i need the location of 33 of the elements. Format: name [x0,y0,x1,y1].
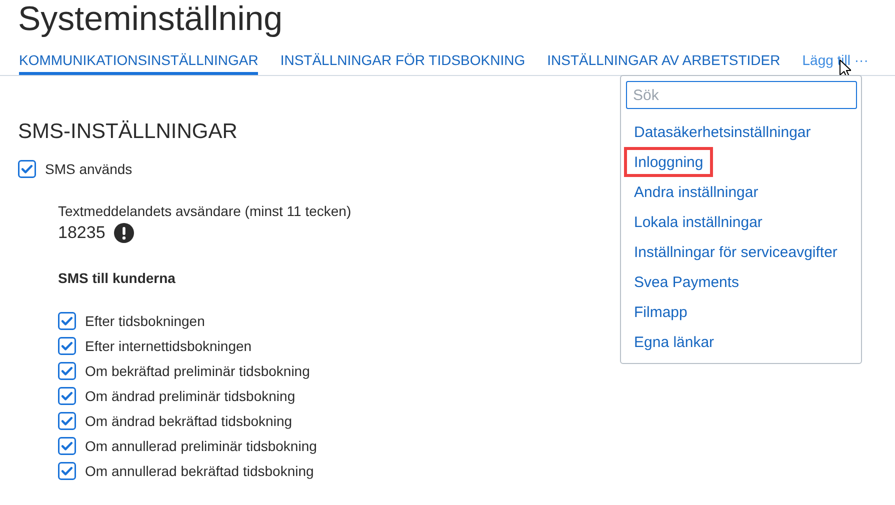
tab[interactable]: KOMMUNIKATIONSINSTÄLLNINGAR [19,50,258,75]
checkbox[interactable] [58,312,76,330]
subheading: SMS till kunderna [58,270,176,286]
checkbox-label: SMS används [45,161,132,177]
menu-item[interactable]: Lokala inställningar [624,207,772,237]
checkbox[interactable] [58,362,76,380]
page-title: Systeminställning [17,0,283,38]
menu-item[interactable]: Filmapp [624,297,698,327]
checkbox-label: Om bekräftad preliminär tidsbokning [85,362,310,378]
field-label: Textmeddelandets avsändare (minst 11 tecken) [58,203,352,219]
menu-item[interactable]: Inloggning [624,147,714,177]
checkbox[interactable] [58,386,76,404]
menu-item[interactable]: Datasäkerhetsinställningar [624,117,821,147]
checkbox-label: Om ändrad bekräftad tidsbokning [85,412,292,428]
checkbox[interactable] [58,436,76,454]
checkbox[interactable] [58,412,76,430]
menu-item[interactable]: Inställningar för serviceavgifter [624,237,848,267]
menu-item[interactable]: Andra inställningar [624,177,768,207]
tab[interactable]: INSTÄLLNINGAR FÖR TIDSBOKNING [280,50,526,75]
checkbox[interactable] [58,462,76,480]
menu-item[interactable]: Egna länkar [624,327,724,357]
checkbox-label: Om annullerad bekräftad tidsbokning [85,462,314,478]
checkbox[interactable] [58,336,76,354]
section-heading: SMS-INSTÄLLNINGAR [18,120,238,144]
checkbox-label: Efter internettidsbokningen [85,338,252,354]
checkbox[interactable] [18,160,36,178]
sender-value: 18235 [58,223,106,243]
checkbox-label: Om ändrad preliminär tidsbokning [85,388,296,404]
tab[interactable]: INSTÄLLNINGAR AV ARBETSTIDER [547,50,780,75]
checkbox-label: Efter tidsbokningen [85,312,205,328]
search-field[interactable]: Sök [626,81,857,109]
menu-item[interactable]: Svea Payments [624,267,750,297]
checkbox-label: Om annullerad preliminär tidsbokning [85,438,317,454]
